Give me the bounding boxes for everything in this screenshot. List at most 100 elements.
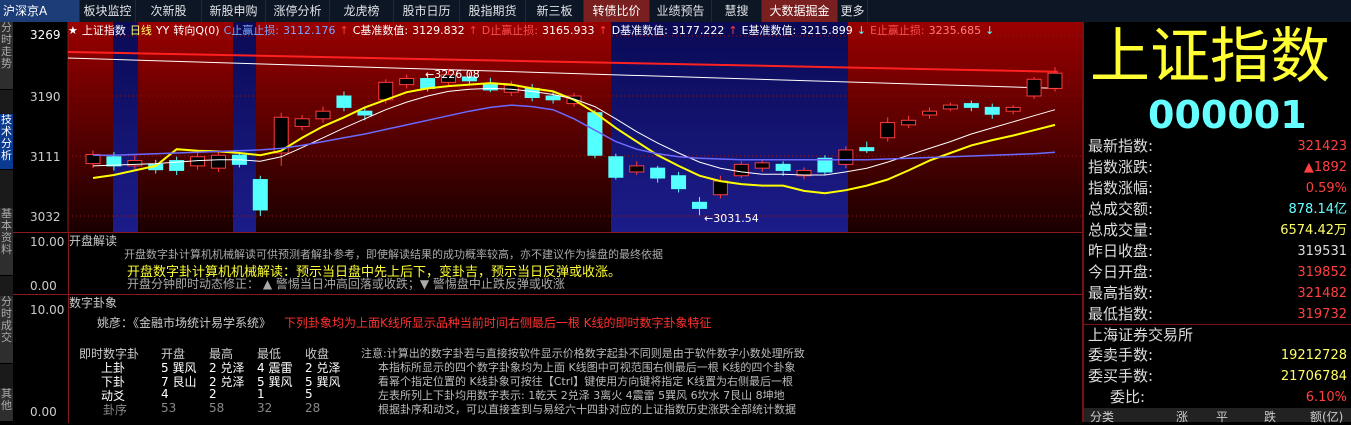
nav-tab-13[interactable]: 更多 bbox=[838, 0, 868, 22]
nav-tab-4[interactable]: 涨停分析 bbox=[266, 0, 330, 22]
legend-c-base-label: C基准数值: bbox=[352, 24, 409, 37]
candle-down bbox=[671, 175, 687, 190]
category-tab-3[interactable]: 跌 bbox=[1264, 408, 1276, 425]
candle-up bbox=[1005, 106, 1021, 112]
low-marker-arrow: ← bbox=[704, 212, 714, 225]
nav-tab-10[interactable]: 业绩预告 bbox=[650, 0, 712, 22]
sidebar-item-other[interactable]: 其他 bbox=[0, 388, 13, 422]
candle-up bbox=[942, 104, 958, 110]
quote-row: 今日开盘: 319852 bbox=[1088, 262, 1347, 283]
nav-tab-11[interactable]: 慧搜 bbox=[712, 0, 762, 22]
quote-value: 878.14亿 bbox=[1288, 202, 1348, 217]
candle-up bbox=[315, 110, 331, 120]
down-arrow-icon: ↓ bbox=[985, 23, 995, 37]
nav-tab-5[interactable]: 龙虎榜 bbox=[330, 0, 394, 22]
digital-hexagram-panel: 数字卦象 10.00 0.00 姚彦：《金融市场统计易学系统》 下列卦象均为上面… bbox=[13, 294, 1082, 423]
legend-e-base-value: 3215.899 bbox=[800, 23, 853, 37]
nav-tab-12[interactable]: 大数据掘金 bbox=[762, 0, 838, 22]
category-tab-4[interactable]: 额(亿) bbox=[1310, 408, 1343, 425]
trend-zone bbox=[233, 22, 256, 232]
quote-value: ▲1892 bbox=[1303, 160, 1347, 175]
hexagram-cell: 28 bbox=[305, 401, 321, 415]
legend-period[interactable]: 日线 bbox=[130, 22, 152, 38]
legend-c-base-value: 3129.832 bbox=[412, 23, 465, 37]
panel2-title: 数字卦象 bbox=[69, 296, 118, 310]
category-tab-0[interactable]: 分类 bbox=[1090, 408, 1114, 425]
order-row: 委比: 6.10% bbox=[1088, 387, 1347, 408]
candle-down bbox=[650, 167, 666, 179]
quote-label: 最高指数: bbox=[1088, 284, 1154, 302]
category-tab-1[interactable]: 涨 bbox=[1176, 408, 1188, 425]
hexagram-cell: 2 bbox=[209, 387, 217, 401]
quote-row: 昨日收盘: 319531 bbox=[1088, 241, 1347, 262]
quote-row: 指数涨幅: 0.59% bbox=[1088, 178, 1347, 199]
quote-label: 总成交量: bbox=[1088, 221, 1154, 239]
quote-value: 319852 bbox=[1297, 265, 1347, 280]
hexagram-cell: 5 bbox=[305, 387, 313, 401]
candle-down bbox=[984, 106, 1000, 115]
hexagram-cell: 1 bbox=[257, 387, 265, 401]
nav-tab-2[interactable]: 次新股 bbox=[136, 0, 202, 22]
quote-value: 319531 bbox=[1297, 244, 1347, 259]
order-value: 19212728 bbox=[1280, 348, 1347, 363]
y-tick-3190: 3190 bbox=[30, 90, 61, 104]
quote-value: 321482 bbox=[1297, 286, 1347, 301]
legend-e-base-label: E基准数值: bbox=[741, 24, 797, 37]
left-sidebar: 分时走势 技术分析 基本资料 分时成交 其他 bbox=[0, 22, 13, 422]
nav-tab-0[interactable]: 沪深京A bbox=[0, 0, 80, 22]
candle-down bbox=[859, 147, 875, 152]
candle-down bbox=[545, 95, 561, 101]
order-row: 委卖手数: 19212728 bbox=[1088, 345, 1347, 366]
legend-d-base-label: D基准数值: bbox=[611, 24, 668, 37]
legend-star-icon: ★ bbox=[68, 23, 78, 37]
trend-zone bbox=[611, 22, 848, 232]
nav-tab-1[interactable]: 板块监控 bbox=[80, 0, 136, 22]
up-arrow-icon: ↑ bbox=[598, 23, 608, 37]
nav-tab-3[interactable]: 新股申购 bbox=[202, 0, 266, 22]
high-price-marker: ←3226.08 bbox=[425, 68, 480, 81]
hexagram-note-line: 根据卦序和动爻，可以直接查到与易经六十四卦对应的上证指数历史涨跌全部统计数据 bbox=[378, 403, 796, 416]
candle-down bbox=[608, 156, 624, 178]
category-tab-2[interactable]: 平 bbox=[1216, 408, 1228, 425]
candle-up bbox=[880, 122, 896, 139]
panel1-axis-top: 10.00 bbox=[30, 235, 65, 249]
up-arrow-icon: ↑ bbox=[468, 23, 478, 37]
candle-up bbox=[1026, 78, 1042, 97]
nav-tab-8[interactable]: 新三板 bbox=[526, 0, 584, 22]
sidebar-item-technical[interactable]: 技术分析 bbox=[0, 114, 13, 170]
up-arrow-icon: ↑ bbox=[339, 23, 349, 37]
legend-e-stop-label: E止赢止损: bbox=[869, 24, 925, 37]
order-value: 21706784 bbox=[1280, 369, 1347, 384]
index-code: 000001 bbox=[1148, 93, 1307, 137]
candle-up bbox=[294, 118, 310, 127]
kline-chart[interactable]: ★ 上证指数 日线 YY 转向Q(0) C止赢止损: 3112.176 ↑ C基准… bbox=[13, 22, 1082, 232]
quote-value: 6574.42万 bbox=[1280, 223, 1347, 238]
legend-d-stop-value: 3165.933 bbox=[541, 23, 595, 37]
candle-up bbox=[210, 154, 226, 169]
low-price-marker: ←3031.54 bbox=[704, 212, 759, 225]
legend-e-stop-value: 3235.685 bbox=[928, 23, 982, 37]
panel1-dynamic-correction: 开盘分钟即时动态修正： ▲ 警惕当日冲高回落或收跌；▼ 警惕盘中止跌反弹或收涨 bbox=[127, 277, 565, 291]
nav-tab-6[interactable]: 股市日历 bbox=[394, 0, 460, 22]
up-arrow-icon: ↑ bbox=[728, 23, 738, 37]
candle-down bbox=[252, 179, 268, 211]
order-value: 6.10% bbox=[1305, 390, 1347, 405]
legend-indicator[interactable]: 转向Q(0) bbox=[173, 22, 219, 38]
sidebar-item-intraday[interactable]: 分时走势 bbox=[0, 22, 13, 90]
high-marker-arrow: ← bbox=[425, 68, 435, 81]
nav-tab-7[interactable]: 股指期货 bbox=[460, 0, 526, 22]
panel2-axis-bottom: 0.00 bbox=[30, 405, 57, 419]
down-arrow-icon: ↓ bbox=[856, 23, 866, 37]
sidebar-item-fundamentals[interactable]: 基本资料 bbox=[0, 208, 13, 276]
hexagram-cell: 32 bbox=[257, 401, 273, 415]
nav-tab-9[interactable]: 转债比价 bbox=[584, 0, 650, 22]
sidebar-item-ticks[interactable]: 分时成交 bbox=[0, 296, 13, 364]
panel1-disclaimer: 开盘数字卦计算机机械解读可供预测者解卦参考，即使解读结果的成功概率较高，亦不建议… bbox=[124, 248, 663, 261]
quote-value: 0.59% bbox=[1305, 181, 1347, 196]
quote-label: 昨日收盘: bbox=[1088, 242, 1154, 260]
y-tick-3111: 3111 bbox=[30, 150, 61, 164]
quote-value: 319732 bbox=[1297, 307, 1347, 322]
chart-legend: ★ 上证指数 日线 YY 转向Q(0) C止赢止损: 3112.176 ↑ C基准… bbox=[68, 22, 995, 38]
candle-down bbox=[357, 110, 373, 116]
hexagram-cell: 53 bbox=[161, 401, 177, 415]
